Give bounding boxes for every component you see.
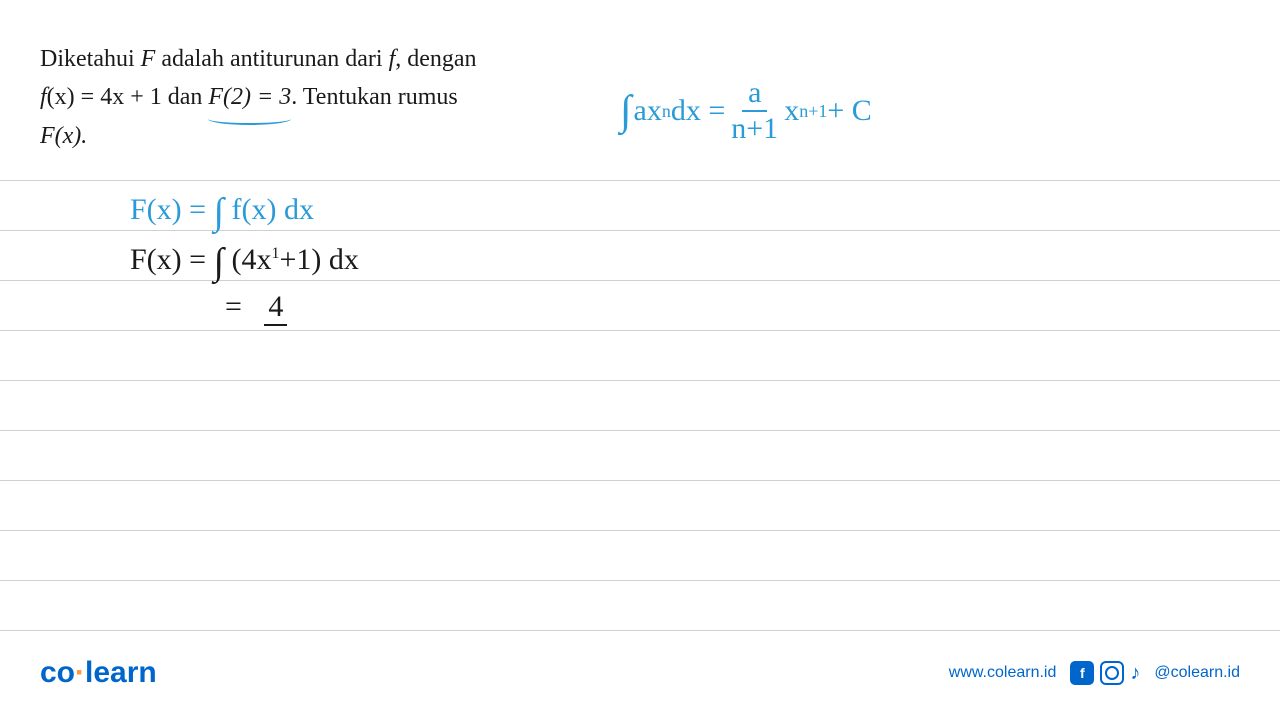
website-url: www.colearn.id — [949, 664, 1057, 682]
text: Diketahui — [40, 46, 141, 72]
formula-exp-n: n — [662, 101, 671, 122]
var-f: f — [40, 84, 47, 110]
work-line-3: = 4 — [225, 290, 287, 326]
problem-line-1: Diketahui F adalah antiturunan dari f, d… — [40, 40, 560, 78]
colearn-logo: co·learn — [40, 656, 157, 690]
rule-line — [0, 380, 1280, 430]
rule-line — [0, 530, 1280, 580]
condition: F(2) = 3 — [208, 84, 291, 110]
denominator: n+1 — [731, 112, 778, 144]
formula-ax: ax — [634, 94, 662, 128]
integral-sign-icon: ∫ — [620, 87, 632, 135]
formula-fraction: a n+1 — [731, 78, 778, 144]
social-handle: @colearn.id — [1154, 664, 1240, 682]
rule-line — [0, 580, 1280, 630]
integral-sign-icon: ∫ — [214, 240, 224, 284]
integrand: f(x) dx — [232, 193, 314, 226]
work-line-1: F(x) = ∫ f(x) dx — [130, 190, 314, 234]
problem-line-2: f(x) = 4x + 1 dan F(2) = 3. Tentukan rum… — [40, 78, 560, 116]
formula-x: x — [784, 94, 799, 128]
integral-sign-icon: ∫ — [214, 190, 224, 234]
problem-statement: Diketahui F adalah antiturunan dari f , d… — [40, 40, 560, 155]
rule-line — [0, 480, 1280, 530]
lhs: F(x) = — [130, 193, 214, 226]
logo-dot-icon: · — [75, 656, 85, 689]
facebook-icon: f — [1070, 661, 1094, 685]
logo-co: co — [40, 656, 75, 689]
formula-exp-n1: n+1 — [799, 101, 827, 122]
instagram-icon — [1100, 661, 1124, 685]
integral-formula: ∫ axn dx = a n+1 xn+1 + C — [620, 78, 872, 144]
highlighted-condition: F(2) = 3 — [208, 78, 291, 116]
numerator: a — [742, 78, 767, 112]
logo-learn: learn — [85, 656, 157, 689]
text: . Tentukan rumus — [291, 84, 458, 110]
rule-line — [0, 430, 1280, 480]
equals: = — [225, 290, 249, 323]
text: (x) = 4x + 1 dan — [47, 84, 209, 110]
text: adalah antiturunan dari — [155, 46, 388, 72]
footer: co·learn www.colearn.id f ♪ @colearn.id — [0, 656, 1280, 690]
formula-plus-c: + C — [827, 94, 871, 128]
tiktok-icon: ♪ — [1130, 662, 1140, 685]
var-F: F — [141, 46, 156, 72]
var-Fx: F(x). — [40, 123, 87, 149]
lhs: F(x) = — [130, 243, 214, 276]
exp: 1 — [272, 245, 280, 262]
rule-line — [0, 280, 1280, 330]
integrand: (4x1+1) dx — [232, 243, 359, 276]
footer-right: www.colearn.id f ♪ @colearn.id — [949, 661, 1240, 685]
problem-line-3: F(x). — [40, 117, 560, 155]
social-icons: f ♪ — [1070, 661, 1140, 685]
work-line-2: F(x) = ∫ (4x1+1) dx — [130, 240, 359, 284]
formula-dx: dx = — [671, 94, 725, 128]
partial-result: 4 — [264, 290, 287, 326]
rule-line — [0, 330, 1280, 380]
text: , dengan — [395, 46, 476, 72]
